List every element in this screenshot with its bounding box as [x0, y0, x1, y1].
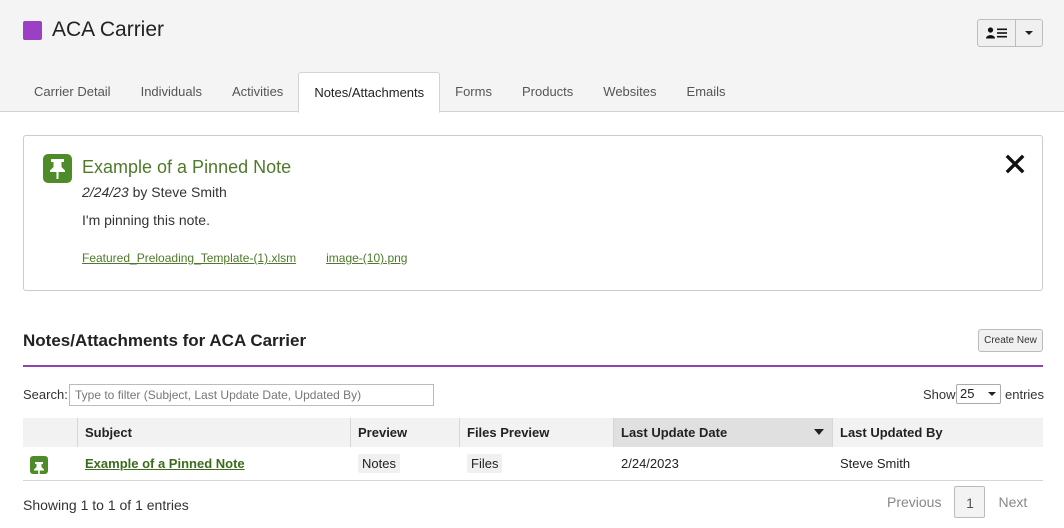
column-header-preview[interactable]: Preview: [351, 418, 460, 447]
tab-forms[interactable]: Forms: [440, 72, 507, 112]
pinned-note-card: Example of a Pinned Note 2/24/23 by Stev…: [23, 135, 1043, 291]
tab-websites[interactable]: Websites: [588, 72, 671, 112]
table-row: Example of a Pinned Note Notes Files 2/2…: [23, 447, 1043, 481]
column-header-subject[interactable]: Subject: [78, 418, 351, 447]
column-header-pin[interactable]: [23, 418, 78, 447]
attachment-link[interactable]: image-(10).png: [326, 251, 407, 265]
close-icon[interactable]: [1004, 154, 1026, 176]
column-header-label: Last Update Date: [621, 425, 728, 440]
user-list-icon: [978, 20, 1016, 46]
column-header-last-update-date[interactable]: Last Update Date: [614, 418, 833, 447]
pinned-note-author: by Steve Smith: [132, 184, 227, 200]
last-update-date-cell: 2/24/2023: [614, 447, 833, 481]
column-header-files-preview[interactable]: Files Preview: [460, 418, 614, 447]
pinned-note-date: 2/24/23: [82, 184, 129, 200]
table-cell: Files: [460, 447, 614, 481]
page-size-select[interactable]: 25: [956, 384, 1001, 404]
table-cell: Example of a Pinned Note: [78, 447, 351, 481]
chevron-down-icon[interactable]: [1016, 20, 1042, 46]
sort-desc-icon: [814, 429, 824, 435]
pinned-note-body: I'm pinning this note.: [82, 212, 210, 228]
tab-individuals[interactable]: Individuals: [126, 72, 217, 112]
section-divider: [23, 365, 1043, 367]
files-preview-button[interactable]: Files: [467, 454, 503, 473]
section-title: Notes/Attachments for ACA Carrier: [23, 331, 307, 350]
show-label: Show: [923, 387, 956, 402]
updated-by-cell: Steve Smith: [833, 447, 1043, 481]
tab-activities[interactable]: Activities: [217, 72, 298, 112]
table-header: Subject Preview Files Preview Last Updat…: [23, 418, 1043, 447]
tab-notes-attachments[interactable]: Notes/Attachments: [298, 72, 441, 113]
entries-label: entries: [1005, 387, 1045, 402]
page-title: ACA Carrier: [52, 18, 165, 41]
tab-carrier-detail[interactable]: Carrier Detail: [19, 72, 126, 112]
table-info: Showing 1 to 1 of 1 entries: [23, 497, 189, 513]
tab-bar: Carrier Detail Individuals Activities No…: [19, 72, 741, 113]
attachment-link[interactable]: Featured_Preloading_Template-(1).xlsm: [82, 251, 296, 265]
pin-icon: [30, 455, 48, 475]
search-label: Search:: [23, 387, 68, 402]
previous-page-button[interactable]: Previous: [874, 486, 954, 518]
tab-products[interactable]: Products: [507, 72, 588, 112]
column-header-last-updated-by[interactable]: Last Updated By: [833, 418, 1043, 447]
next-page-button[interactable]: Next: [985, 486, 1040, 518]
pin-icon: [43, 154, 72, 183]
header-bar: ACA Carrier Carrier Detail Individuals A…: [0, 0, 1064, 113]
tab-emails[interactable]: Emails: [672, 72, 741, 112]
page-size-value: 25: [960, 386, 975, 401]
page-1-button[interactable]: 1: [954, 486, 986, 518]
chevron-down-icon: [988, 392, 996, 396]
table-cell: [23, 447, 78, 481]
brand-square-icon: [23, 21, 42, 40]
pinned-note-files: Featured_Preloading_Template-(1).xlsm im…: [82, 251, 407, 265]
pagination: Previous 1 Next: [874, 486, 1040, 518]
create-new-button[interactable]: Create New: [978, 329, 1043, 352]
pinned-note-title: Example of a Pinned Note: [82, 157, 292, 177]
note-subject-link[interactable]: Example of a Pinned Note: [85, 456, 245, 471]
notes-table: Subject Preview Files Preview Last Updat…: [23, 418, 1043, 481]
pinned-note-meta: 2/24/23 by Steve Smith: [82, 184, 227, 200]
notes-preview-button[interactable]: Notes: [358, 454, 400, 473]
table-cell: Notes: [351, 447, 460, 481]
search-input[interactable]: [69, 384, 434, 406]
user-menu-button[interactable]: [977, 19, 1043, 47]
